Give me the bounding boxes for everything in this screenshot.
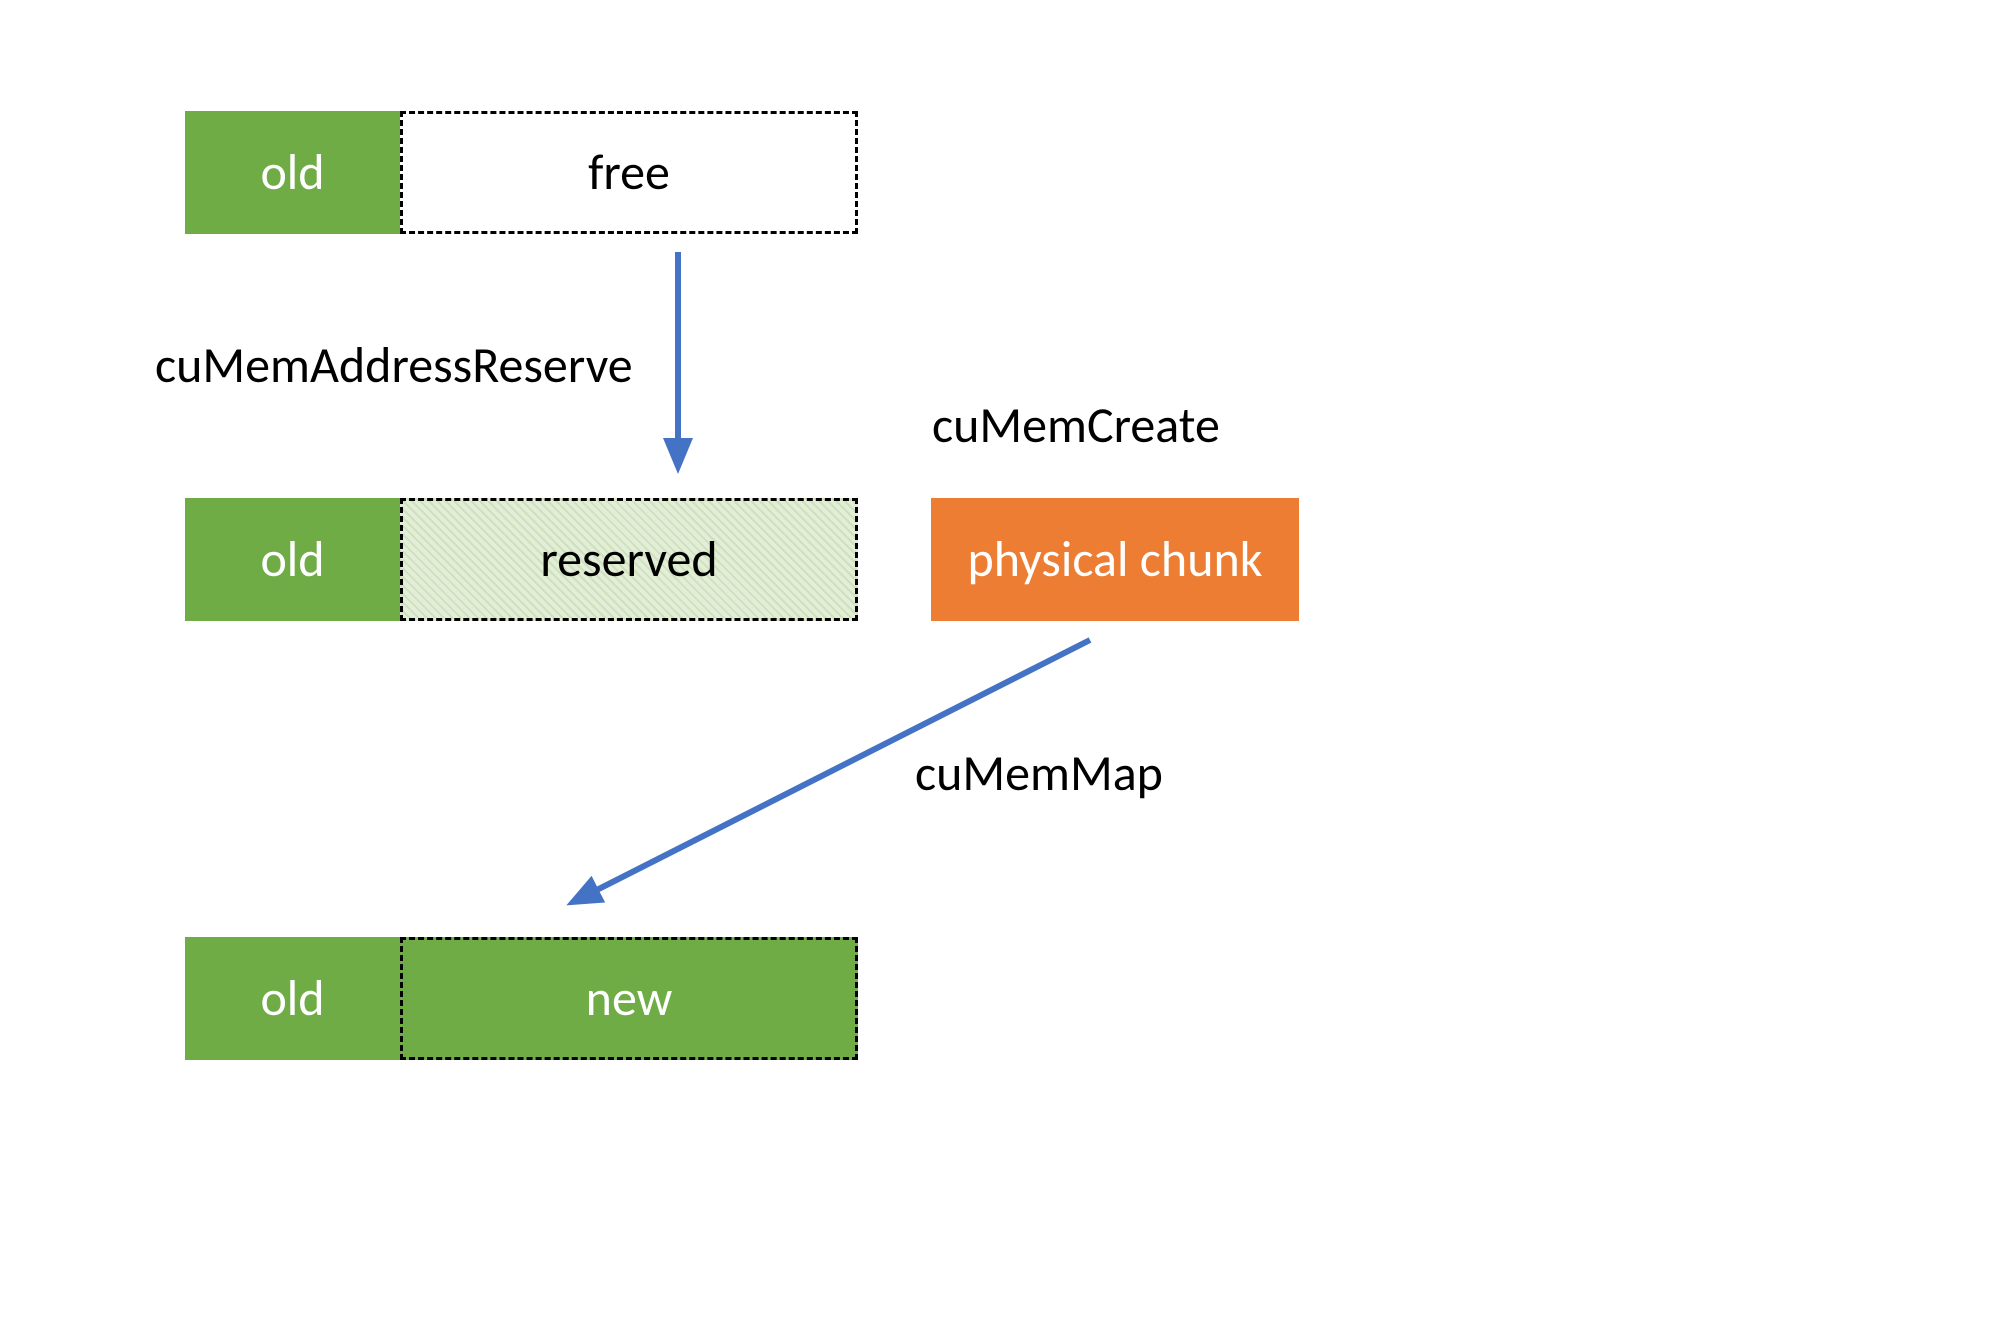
old-label-3: old <box>260 968 324 1029</box>
reserved-block: reserved <box>400 498 858 621</box>
old-label-1: old <box>260 142 324 203</box>
new-label: new <box>586 968 673 1029</box>
free-block: free <box>400 111 858 234</box>
create-label: cuMemCreate <box>932 395 1220 456</box>
old-block-1: old <box>185 111 400 234</box>
new-block: new <box>400 937 858 1060</box>
reserve-label: cuMemAddressReserve <box>155 335 633 396</box>
physical-chunk-label: physical chunk <box>968 529 1263 590</box>
physical-chunk-block: physical chunk <box>931 498 1299 621</box>
old-label-2: old <box>260 529 324 590</box>
old-block-2: old <box>185 498 400 621</box>
arrow-down-icon <box>653 252 703 480</box>
free-label: free <box>588 142 670 203</box>
map-label: cuMemMap <box>915 743 1163 804</box>
reserved-label: reserved <box>540 529 717 590</box>
old-block-3: old <box>185 937 400 1060</box>
